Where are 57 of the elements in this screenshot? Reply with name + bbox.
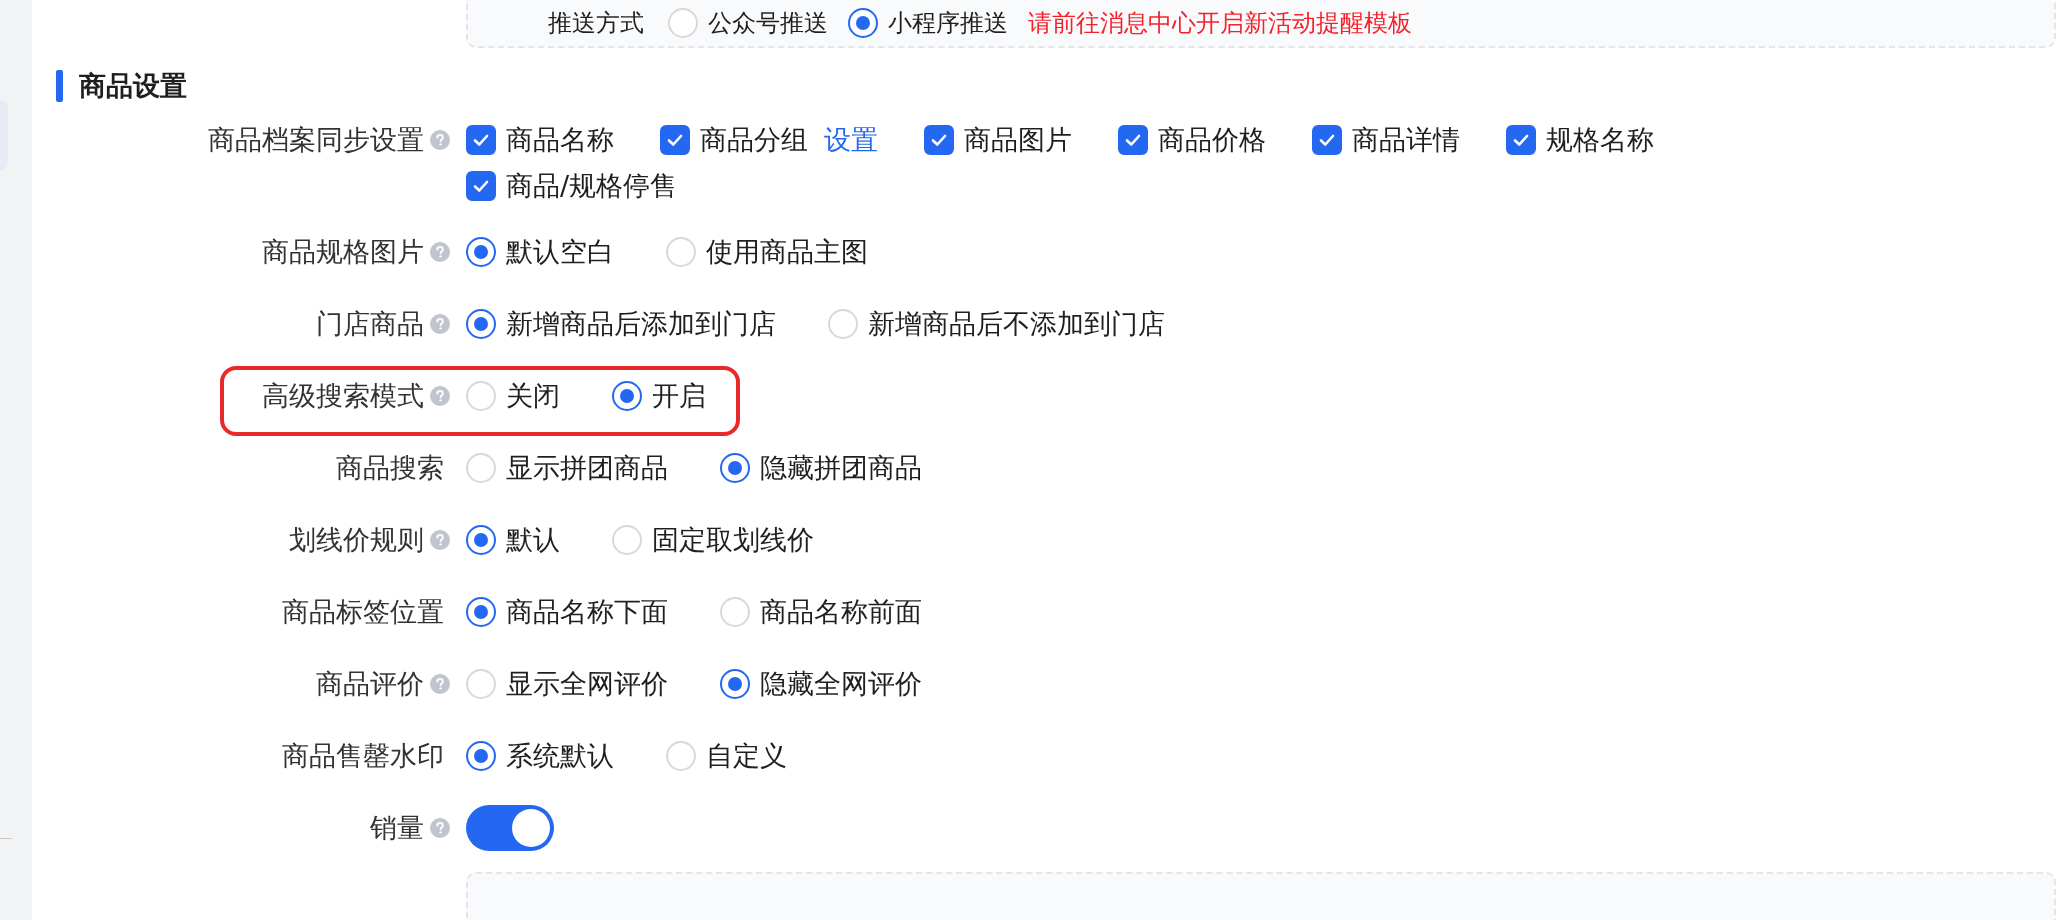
radio-button[interactable] (612, 381, 642, 411)
field-label: 门店商品 (316, 307, 424, 341)
field-label: 商品搜索 (336, 451, 444, 485)
option-label: 隐藏拼团商品 (760, 451, 922, 485)
option-label: 商品名称下面 (506, 595, 668, 629)
option-label: 开启 (652, 379, 706, 413)
settings-link[interactable]: 设置 (824, 122, 878, 158)
option-label: 隐藏全网评价 (760, 667, 922, 701)
radio-button[interactable] (720, 669, 750, 699)
option-label: 关闭 (506, 379, 560, 413)
checkbox[interactable] (924, 125, 954, 155)
field-label: 商品评价 (316, 667, 424, 701)
field-label: 商品规格图片 (262, 235, 424, 269)
option-label: 商品名称 (506, 123, 614, 157)
checkbox[interactable] (660, 125, 690, 155)
radio-button[interactable] (466, 597, 496, 627)
notice-text: 请前往消息中心开启新活动提醒模板 (1028, 8, 1412, 39)
option-label: 固定取划线价 (652, 523, 814, 557)
option-label: 规格名称 (1546, 123, 1654, 157)
field-label: 商品售罄水印 (282, 739, 444, 773)
option-label: 默认 (506, 523, 560, 557)
radio-button[interactable] (848, 8, 878, 38)
option-label: 默认空白 (506, 235, 614, 269)
field-label: 商品标签位置 (282, 595, 444, 629)
section-title: 商品设置 (79, 69, 187, 103)
option-label: 商品详情 (1352, 123, 1460, 157)
checkbox[interactable] (466, 125, 496, 155)
radio-button[interactable] (466, 237, 496, 267)
option-label: 新增商品后添加到门店 (506, 307, 776, 341)
checkbox[interactable] (1312, 125, 1342, 155)
option-label: 小程序推送 (888, 8, 1008, 39)
field-label: 商品档案同步设置 (208, 123, 424, 157)
field-label: 推送方式 (548, 8, 644, 39)
option-label: 商品/规格停售 (506, 169, 678, 203)
option-label: 显示全网评价 (506, 667, 668, 701)
option-label: 商品名称前面 (760, 595, 922, 629)
checkbox[interactable] (1506, 125, 1536, 155)
option-label: 商品分组 (700, 123, 808, 157)
radio-button[interactable] (466, 525, 496, 555)
field-label: 高级搜索模式 (262, 379, 424, 413)
option-label: 系统默认 (506, 739, 614, 773)
section-marker (56, 70, 63, 102)
checkbox[interactable] (466, 171, 496, 201)
option-label: 显示拼团商品 (506, 451, 668, 485)
radio-button[interactable] (720, 453, 750, 483)
option-label: 商品图片 (964, 123, 1072, 157)
toggle-switch[interactable] (466, 805, 554, 851)
option-label: 新增商品后不添加到门店 (868, 307, 1165, 341)
checkbox[interactable] (1118, 125, 1148, 155)
radio-button[interactable] (466, 741, 496, 771)
option-label: 商品价格 (1158, 123, 1266, 157)
radio-button[interactable] (466, 309, 496, 339)
option-label: 自定义 (706, 739, 787, 773)
option-label: 使用商品主图 (706, 235, 868, 269)
option-label: 公众号推送 (708, 8, 828, 39)
field-label: 划线价规则 (289, 523, 424, 557)
field-label: 销量 (370, 811, 424, 845)
